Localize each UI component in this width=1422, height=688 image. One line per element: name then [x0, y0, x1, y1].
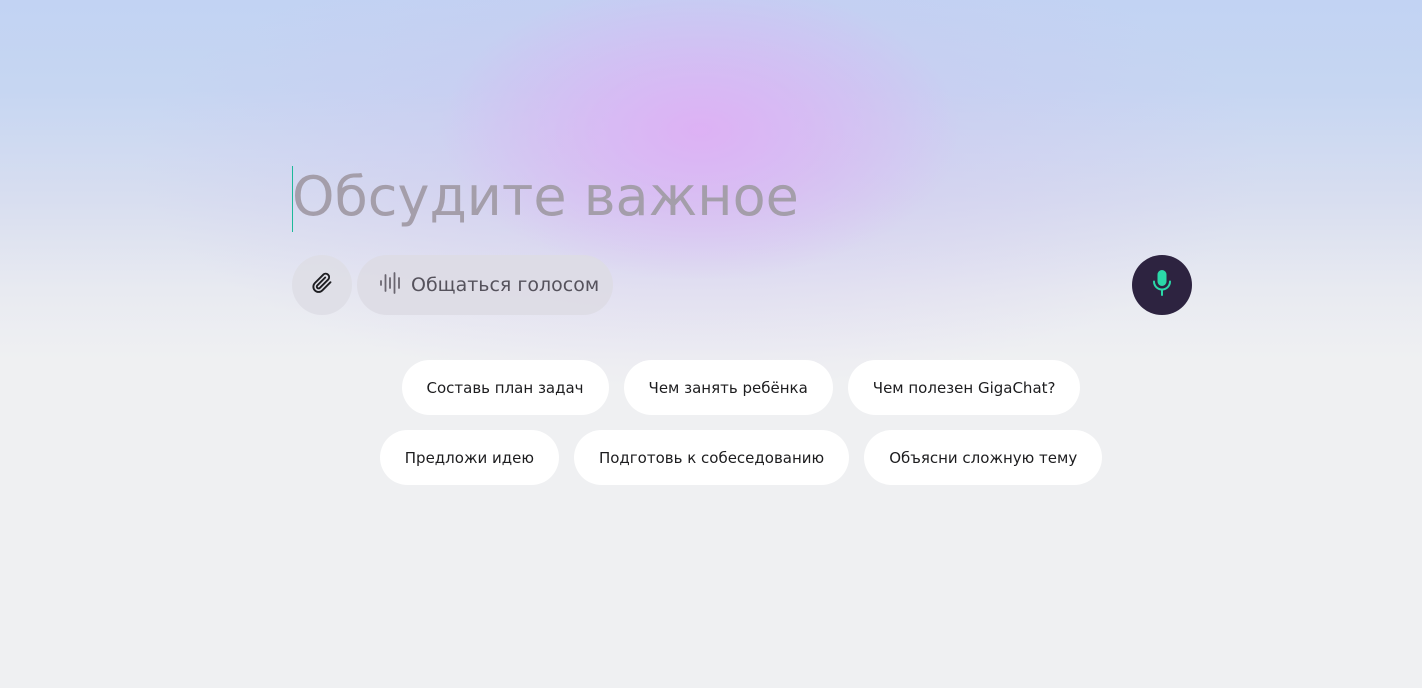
microphone-button[interactable] — [1132, 255, 1192, 315]
microphone-icon — [1149, 268, 1175, 302]
sound-wave-icon — [379, 271, 403, 299]
background-gradient — [0, 0, 1422, 688]
suggestion-chip-gigachat-benefits[interactable]: Чем полезен GigaChat? — [847, 360, 1081, 415]
suggestion-chips: Составь план задач Чем занять ребёнка Че… — [311, 360, 1171, 485]
chat-composer: Общаться голосом — [292, 160, 1192, 320]
attach-button[interactable] — [292, 255, 352, 315]
suggestion-chip-interview-prep[interactable]: Подготовь к собеседованию — [573, 430, 850, 485]
suggestion-chip-suggest-idea[interactable]: Предложи идею — [379, 430, 559, 485]
paperclip-icon — [310, 271, 334, 299]
voice-chat-label: Общаться голосом — [411, 274, 600, 296]
voice-chat-button[interactable]: Общаться голосом — [357, 255, 613, 315]
text-caret — [292, 166, 293, 232]
suggestion-chip-child-activities[interactable]: Чем занять ребёнка — [623, 360, 833, 415]
suggestion-chip-explain-topic[interactable]: Объясни сложную тему — [864, 430, 1103, 485]
prompt-input[interactable] — [292, 160, 1132, 232]
suggestion-chip-plan-tasks[interactable]: Составь план задач — [401, 360, 609, 415]
